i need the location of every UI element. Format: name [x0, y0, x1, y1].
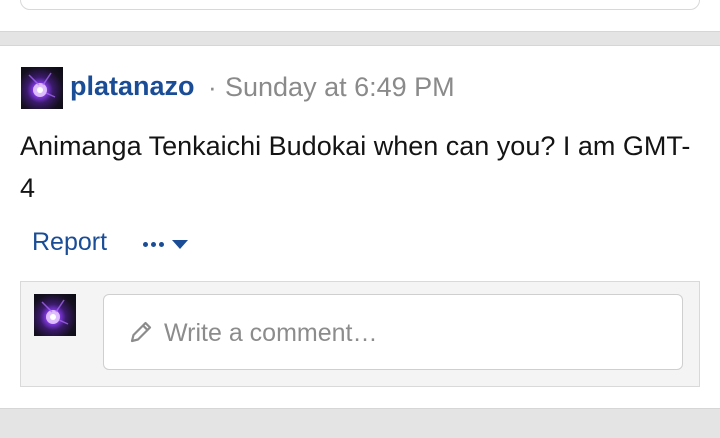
post-body: Animanga Tenkaichi Budokai when can you?…: [20, 131, 691, 203]
pencil-icon: [128, 319, 154, 350]
caret-down-icon: [172, 239, 188, 249]
author-name-link[interactable]: platanazo: [70, 71, 195, 102]
current-user-avatar: [34, 294, 76, 336]
comment-area: Write a comment…: [20, 281, 700, 387]
ellipsis-icon: [143, 241, 164, 247]
post-timestamp[interactable]: Sunday at 6:49 PM: [225, 72, 455, 103]
previous-post-input-box[interactable]: [20, 0, 700, 10]
comment-input[interactable]: Write a comment…: [103, 294, 683, 370]
post-card: platanazo · Sunday at 6:49 PM Animanga T…: [0, 45, 720, 409]
previous-post-card: [0, 0, 720, 32]
comment-placeholder: Write a comment…: [164, 319, 378, 347]
author-avatar[interactable]: [21, 67, 63, 109]
report-link[interactable]: Report: [32, 228, 107, 257]
meta-separator: ·: [208, 72, 217, 102]
more-actions-button[interactable]: [143, 231, 188, 257]
